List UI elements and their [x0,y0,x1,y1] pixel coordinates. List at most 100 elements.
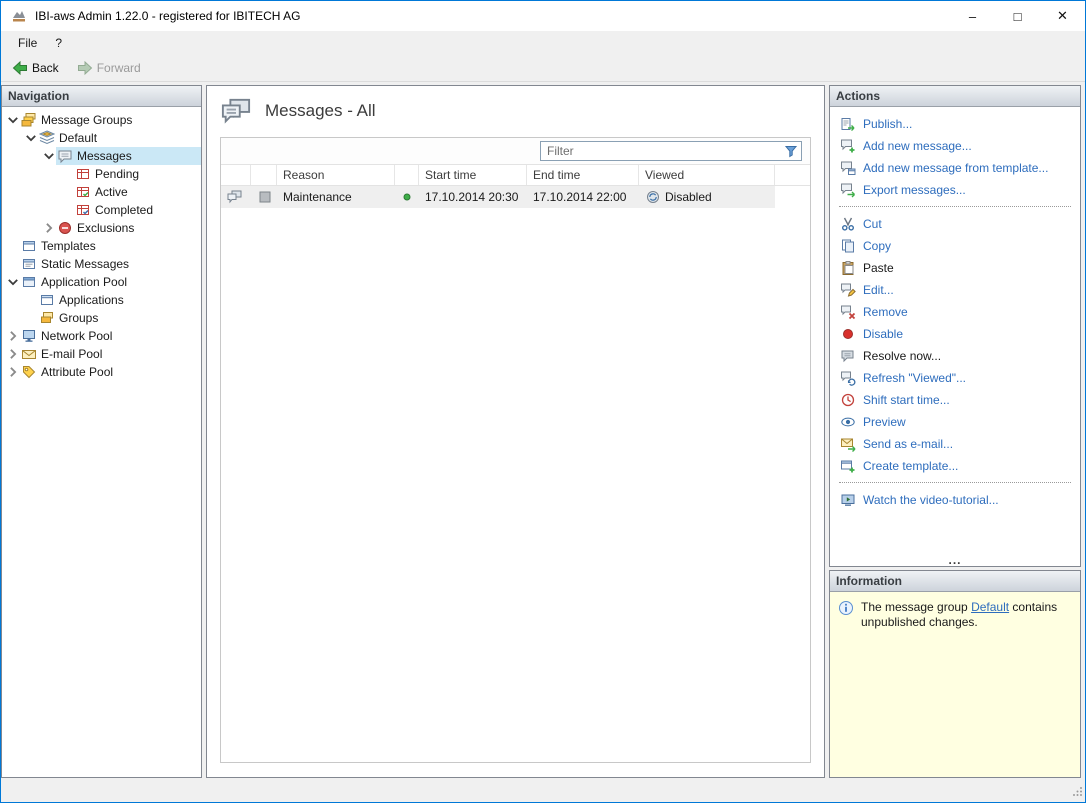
action-publish[interactable]: Publish... [830,113,1080,135]
back-button[interactable]: Back [7,58,64,78]
tree-item-groups[interactable]: Groups [2,309,201,327]
filter-row [221,138,810,164]
maximize-button[interactable]: □ [995,1,1040,31]
menu-item-help[interactable]: ? [46,33,71,53]
action-disable[interactable]: Disable [830,323,1080,345]
tree-item-application-pool[interactable]: Application Pool [2,273,201,291]
action-remove[interactable]: Remove [830,301,1080,323]
tree-item-content: Applications [38,291,201,309]
remove-icon [840,304,856,320]
action-label: Copy [863,239,891,253]
action-create-template[interactable]: Create template... [830,455,1080,477]
tree-item-content: Application Pool [20,273,201,291]
send-email-icon [840,436,856,452]
copy-icon [840,238,856,254]
network-pool-icon [21,328,37,344]
actions-separator [839,206,1071,207]
active-icon [75,184,91,200]
action-preview[interactable]: Preview [830,411,1080,433]
chevron-right-icon[interactable] [42,221,56,235]
chevron-down-icon[interactable] [6,113,20,127]
chevron-down-icon[interactable] [24,131,38,145]
column-header-status[interactable] [395,165,419,185]
action-add-new-message-from-template[interactable]: Add new message from template... [830,157,1080,179]
tree-item-exclusions[interactable]: Exclusions [2,219,201,237]
main-header: Messages - All [207,86,824,134]
column-header-reason[interactable]: Reason [277,165,395,185]
shift-start-icon [840,392,856,408]
back-button-label: Back [32,61,59,75]
tree-item-content: Messages [56,147,201,165]
cell-viewed: Disabled [639,186,775,208]
tree-item-default[interactable]: Default [2,129,201,147]
tree-item-pending[interactable]: Pending [2,165,201,183]
tree-item-content: Network Pool [20,327,201,345]
tree-item-label: Message Groups [41,113,136,127]
resize-grip[interactable] [1072,786,1083,800]
chevron-down-icon[interactable] [42,149,56,163]
tree-item-active[interactable]: Active [2,183,201,201]
tree-item-content: Pending [74,165,201,183]
messages-icon [57,148,73,164]
actions-overflow[interactable]: ... [830,555,1080,566]
column-header-color[interactable] [251,165,277,185]
exclusions-icon [57,220,73,236]
chevron-down-icon[interactable] [6,275,20,289]
tree-item-templates[interactable]: Templates [2,237,201,255]
funnel-icon[interactable] [783,143,801,159]
action-resolve-now[interactable]: Resolve now... [830,345,1080,367]
chevron-right-icon[interactable] [6,329,20,343]
column-header-start_time[interactable]: Start time [419,165,527,185]
action-paste[interactable]: Paste [830,257,1080,279]
chevron-right-icon[interactable] [6,347,20,361]
tree-item-applications[interactable]: Applications [2,291,201,309]
close-button[interactable]: ✕ [1040,1,1085,31]
static-messages-icon [21,256,37,272]
tree-item-label: Pending [95,167,143,181]
action-refresh-viewed[interactable]: Refresh "Viewed"... [830,367,1080,389]
tree-item-label: Applications [59,293,128,307]
chevron-right-icon[interactable] [6,365,20,379]
tree-item-messages[interactable]: Messages [2,147,201,165]
add-message-icon [840,138,856,154]
filter-input[interactable] [541,144,783,158]
action-label: Publish... [863,117,912,131]
messages-table: Reason Start timeEnd timeViewed Maintenan… [220,137,811,763]
tree-item-network-pool[interactable]: Network Pool [2,327,201,345]
action-copy[interactable]: Copy [830,235,1080,257]
action-edit[interactable]: Edit... [830,279,1080,301]
action-label: Paste [863,261,894,275]
forward-arrow-icon [77,60,93,76]
column-header-end_time[interactable]: End time [527,165,639,185]
tree-item-label: Attribute Pool [41,365,117,379]
cell-status [395,186,419,208]
column-header-viewed[interactable]: Viewed [639,165,775,185]
minimize-button[interactable]: – [950,1,995,31]
tree-item-label: Messages [77,149,136,163]
titlebar-spacer [300,1,950,31]
action-export-messages[interactable]: Export messages... [830,179,1080,201]
cell-color [251,186,277,208]
action-watch-the-video-tutorial[interactable]: Watch the video-tutorial... [830,489,1080,511]
tree-item-attribute-pool[interactable]: Attribute Pool [2,363,201,381]
action-label: Refresh "Viewed"... [863,371,966,385]
action-label: Preview [863,415,906,429]
tree-item-completed[interactable]: Completed [2,201,201,219]
action-cut[interactable]: Cut [830,213,1080,235]
tree-item-static-messages[interactable]: Static Messages [2,255,201,273]
action-label: Add new message... [863,139,972,153]
menu-item-file[interactable]: File [9,33,46,53]
tree-item-label: Completed [95,203,157,217]
default-group-link[interactable]: Default [971,600,1009,614]
resolve-icon [840,348,856,364]
refresh-viewed-icon [840,370,856,386]
action-add-new-message[interactable]: Add new message... [830,135,1080,157]
forward-button[interactable]: Forward [72,58,146,78]
table-row[interactable]: Maintenance17.10.2014 20:3017.10.2014 22… [221,186,775,208]
column-header-type[interactable] [221,165,251,185]
action-send-as-e-mail[interactable]: Send as e-mail... [830,433,1080,455]
tree-item-content: Active [74,183,201,201]
tree-item-e-mail-pool[interactable]: E-mail Pool [2,345,201,363]
action-shift-start-time[interactable]: Shift start time... [830,389,1080,411]
tree-item-message-groups[interactable]: Message Groups [2,111,201,129]
